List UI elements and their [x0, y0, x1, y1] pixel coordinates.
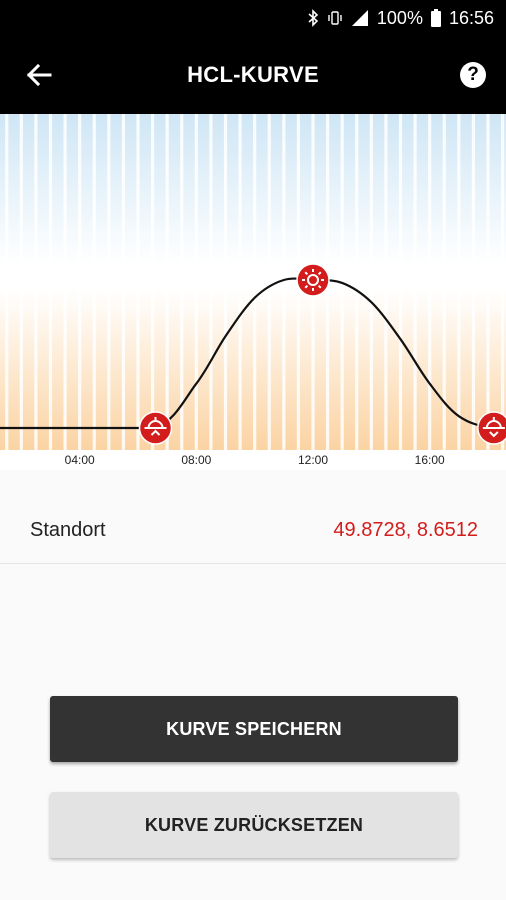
battery-percent: 100%: [376, 7, 423, 28]
grid-stripe: [457, 114, 461, 450]
x-tick-label: 12:00: [298, 453, 328, 467]
chart-svg[interactable]: 04:0008:0012:0016:0020:00: [0, 114, 506, 470]
grid-stripe: [238, 114, 242, 450]
grid-stripe: [48, 114, 53, 450]
location-label: Standort: [30, 519, 106, 541]
status-icons: 100% 16:56: [307, 0, 494, 36]
grid-stripe: [78, 114, 82, 450]
grid-stripe: [500, 114, 505, 450]
arrow-left-icon: [26, 63, 52, 87]
grid-stripe: [165, 114, 169, 450]
hcl-curve-chart[interactable]: 04:0008:0012:0016:0020:00: [0, 114, 506, 470]
grid-stripe: [194, 114, 198, 450]
save-curve-button[interactable]: KURVE SPEICHERN: [50, 696, 458, 762]
grid-stripe: [486, 114, 490, 450]
location-row[interactable]: Standort 49.8728, 8.6512: [0, 492, 506, 564]
page-title: HCL-KURVE: [187, 62, 319, 87]
grid-stripe: [471, 114, 476, 450]
grid-stripe: [282, 114, 286, 450]
grid-stripe: [107, 114, 111, 450]
grid-stripe: [223, 114, 228, 450]
x-tick-label: 04:00: [65, 453, 95, 467]
app-bar: HCL-KURVE ?: [0, 36, 506, 114]
grid-stripe: [180, 114, 184, 450]
grid-stripe: [253, 114, 257, 450]
sunrise-marker[interactable]: [138, 411, 173, 445]
x-tick-label: 08:00: [181, 453, 211, 467]
x-tick-label: 16:00: [415, 453, 445, 467]
reset-curve-button[interactable]: KURVE ZURÜCKSETZEN: [50, 792, 458, 858]
grid-stripe: [63, 114, 67, 450]
grid-stripe: [267, 114, 271, 450]
grid-stripe: [398, 114, 403, 450]
sunset-marker[interactable]: [477, 411, 506, 445]
grid-stripe: [150, 114, 155, 450]
grid-stripe: [121, 114, 126, 450]
grid-stripe: [413, 114, 417, 450]
back-button[interactable]: [22, 58, 56, 92]
battery-icon: [430, 9, 441, 27]
chart-grid-stripes: [5, 114, 505, 450]
grid-stripe: [19, 114, 23, 450]
grid-stripe: [136, 114, 140, 450]
signal-icon: [351, 9, 369, 27]
grid-stripe: [209, 114, 213, 450]
help-icon[interactable]: ?: [460, 62, 486, 88]
grid-stripe: [5, 114, 9, 450]
status-bar: 100% 16:56: [0, 0, 506, 36]
grid-stripe: [428, 114, 432, 450]
grid-stripe: [369, 114, 373, 450]
noon-marker[interactable]: [296, 263, 330, 297]
clock: 16:56: [448, 7, 494, 28]
bluetooth-icon: [307, 9, 319, 27]
grid-stripe: [92, 114, 96, 450]
grid-stripe: [34, 114, 38, 450]
vibrate-icon: [327, 9, 343, 27]
grid-stripe: [384, 114, 388, 450]
location-value[interactable]: 49.8728, 8.6512: [333, 492, 478, 568]
grid-stripe: [355, 114, 359, 450]
